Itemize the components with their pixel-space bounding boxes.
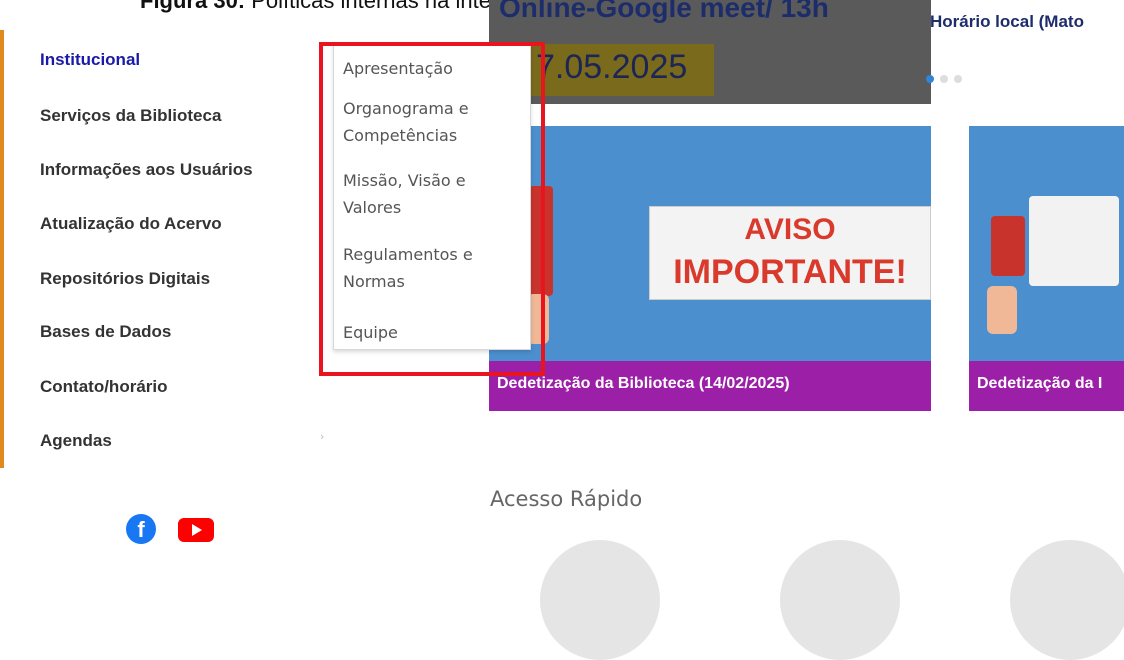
quick-access-title: Acesso Rápido: [490, 487, 643, 511]
megaphone-rim-2: [991, 216, 1025, 276]
megaphone-graphic-2: [1029, 196, 1119, 286]
banner-date-box: 7.05.2025: [524, 44, 714, 96]
submenu-item-regulamentos[interactable]: Regulamentos e Normas: [343, 241, 473, 295]
slider-dot-1[interactable]: [926, 75, 934, 83]
sidebar-nav: Institucional Serviços da Biblioteca Inf…: [0, 30, 324, 468]
sidebar-item-informacoes[interactable]: Informações aos Usuários: [40, 160, 253, 180]
institucional-submenu: Apresentação Organograma e Competências M…: [333, 44, 531, 350]
sidebar-item-repositorios[interactable]: Repositórios Digitais: [40, 269, 210, 289]
quick-access-circle-3[interactable]: [1010, 540, 1124, 660]
sidebar-item-contato[interactable]: Contato/horário: [40, 377, 168, 397]
sign-line-1: AVISO: [744, 213, 836, 246]
sidebar-item-bases[interactable]: Bases de Dados: [40, 322, 171, 342]
submenu-item-missao[interactable]: Missão, Visão e Valores: [343, 167, 466, 221]
youtube-icon[interactable]: [178, 518, 214, 542]
submenu-item-equipe[interactable]: Equipe: [343, 319, 398, 346]
banner-headline: Online-Google meet/ 13h: [499, 0, 829, 23]
facebook-icon[interactable]: f: [126, 514, 156, 544]
chevron-right-icon: ›: [320, 430, 325, 443]
sidebar-item-agendas[interactable]: Agendas: [40, 431, 112, 451]
card-caption-2: Dedetização da I: [977, 375, 1103, 392]
slider-dot-3[interactable]: [954, 75, 962, 83]
news-card-2[interactable]: Dedetização da I: [969, 126, 1124, 411]
sign-line-2: IMPORTANTE!: [673, 253, 907, 291]
quick-access-circle-2[interactable]: [780, 540, 900, 660]
news-card-1[interactable]: AVISO IMPORTANTE! Dedetização da Bibliot…: [489, 126, 931, 411]
card-caption: Dedetização da Biblioteca (14/02/2025): [497, 375, 790, 392]
banner-horario: Horário local (Mato: [930, 12, 1084, 31]
megaphone-rim: [529, 186, 553, 296]
sidebar-item-institucional[interactable]: Institucional: [40, 50, 140, 70]
notice-sign: AVISO IMPORTANTE!: [649, 206, 931, 300]
card-caption-bar: Dedetização da Biblioteca (14/02/2025): [489, 361, 931, 411]
sidebar-item-atualizacao[interactable]: Atualização do Acervo: [40, 214, 222, 234]
slider-dot-2[interactable]: [940, 75, 948, 83]
submenu-item-apresentacao[interactable]: Apresentação: [343, 55, 453, 82]
top-slide-banner[interactable]: Online-Google meet/ 13h 7.05.2025: [489, 0, 931, 104]
slider-dots: [926, 75, 962, 83]
submenu-item-organograma[interactable]: Organograma e Competências: [343, 95, 469, 149]
sidebar-item-servicos[interactable]: Serviços da Biblioteca: [40, 106, 221, 126]
card-caption-bar-2: Dedetização da I: [969, 361, 1124, 411]
quick-access-circle-1[interactable]: [540, 540, 660, 660]
banner-date: 7.05.2025: [536, 48, 688, 86]
hand-graphic-2: [987, 286, 1017, 334]
